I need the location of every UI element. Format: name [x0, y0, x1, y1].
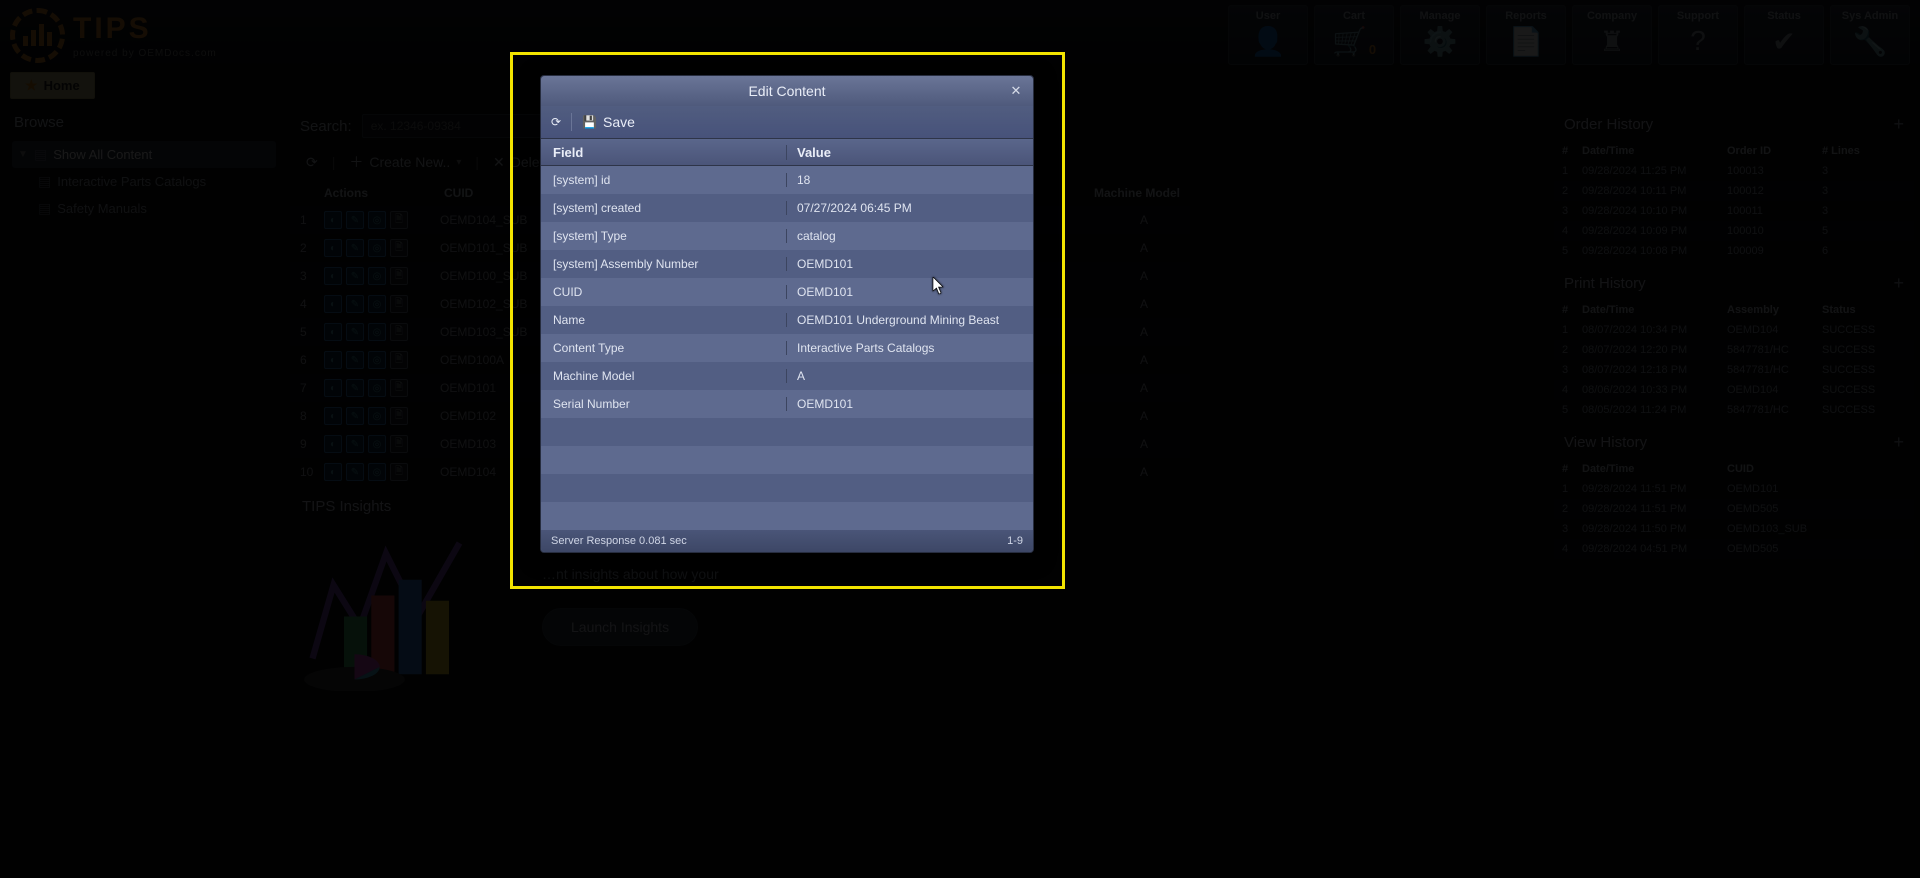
modal-grid-header: Field Value — [541, 138, 1033, 166]
save-icon: 💾 — [582, 115, 597, 129]
field-cell: Serial Number — [541, 397, 787, 411]
refresh-icon: ⟳ — [551, 115, 561, 129]
field-cell: Name — [541, 313, 787, 327]
value-cell[interactable]: A — [787, 369, 805, 383]
value-cell[interactable]: catalog — [787, 229, 836, 243]
value-cell[interactable]: Interactive Parts Catalogs — [787, 341, 934, 355]
value-cell[interactable]: OEMD101 — [787, 257, 853, 271]
close-icon: ✕ — [1011, 83, 1022, 99]
field-cell: [system] Type — [541, 229, 787, 243]
value-cell[interactable]: 07/27/2024 06:45 PM — [787, 201, 912, 215]
edit-content-modal: Edit Content ✕ ⟳ 💾 Save Field Value [sys… — [540, 75, 1034, 553]
field-cell: Content Type — [541, 341, 787, 355]
modal-footer: Server Response 0.081 sec 1-9 — [541, 530, 1033, 552]
property-row[interactable]: [system] created07/27/2024 06:45 PM — [541, 194, 1033, 222]
property-row[interactable]: Serial NumberOEMD101 — [541, 390, 1033, 418]
modal-header[interactable]: Edit Content ✕ — [541, 76, 1033, 106]
field-cell: Machine Model — [541, 369, 787, 383]
col-field: Field — [541, 145, 787, 160]
field-cell: [system] created — [541, 201, 787, 215]
field-cell: [system] Assembly Number — [541, 257, 787, 271]
property-row[interactable]: Machine ModelA — [541, 362, 1033, 390]
value-cell[interactable]: OEMD101 — [787, 397, 853, 411]
property-row[interactable]: NameOEMD101 Underground Mining Beast — [541, 306, 1033, 334]
row-range: 1-9 — [1007, 535, 1023, 547]
value-cell[interactable]: OEMD101 Underground Mining Beast — [787, 313, 999, 327]
save-button[interactable]: 💾 Save — [582, 114, 635, 130]
property-row[interactable]: [system] id18 — [541, 166, 1033, 194]
col-value: Value — [787, 145, 831, 160]
value-cell[interactable]: 18 — [787, 173, 810, 187]
property-row[interactable]: [system] Assembly NumberOEMD101 — [541, 250, 1033, 278]
value-cell[interactable]: OEMD101 — [787, 285, 853, 299]
server-response: Server Response 0.081 sec — [551, 535, 687, 547]
close-button[interactable]: ✕ — [1007, 82, 1025, 100]
property-row[interactable]: CUIDOEMD101 — [541, 278, 1033, 306]
modal-toolbar: ⟳ 💾 Save — [541, 106, 1033, 138]
property-row[interactable]: [system] Typecatalog — [541, 222, 1033, 250]
field-cell: CUID — [541, 285, 787, 299]
save-label: Save — [603, 114, 635, 130]
property-row[interactable] — [541, 446, 1033, 474]
property-row[interactable] — [541, 418, 1033, 446]
property-row[interactable]: Content TypeInteractive Parts Catalogs — [541, 334, 1033, 362]
field-cell: [system] id — [541, 173, 787, 187]
property-row[interactable] — [541, 474, 1033, 502]
modal-title: Edit Content — [748, 83, 825, 99]
refresh-button[interactable]: ⟳ — [551, 115, 561, 129]
property-row[interactable] — [541, 502, 1033, 530]
